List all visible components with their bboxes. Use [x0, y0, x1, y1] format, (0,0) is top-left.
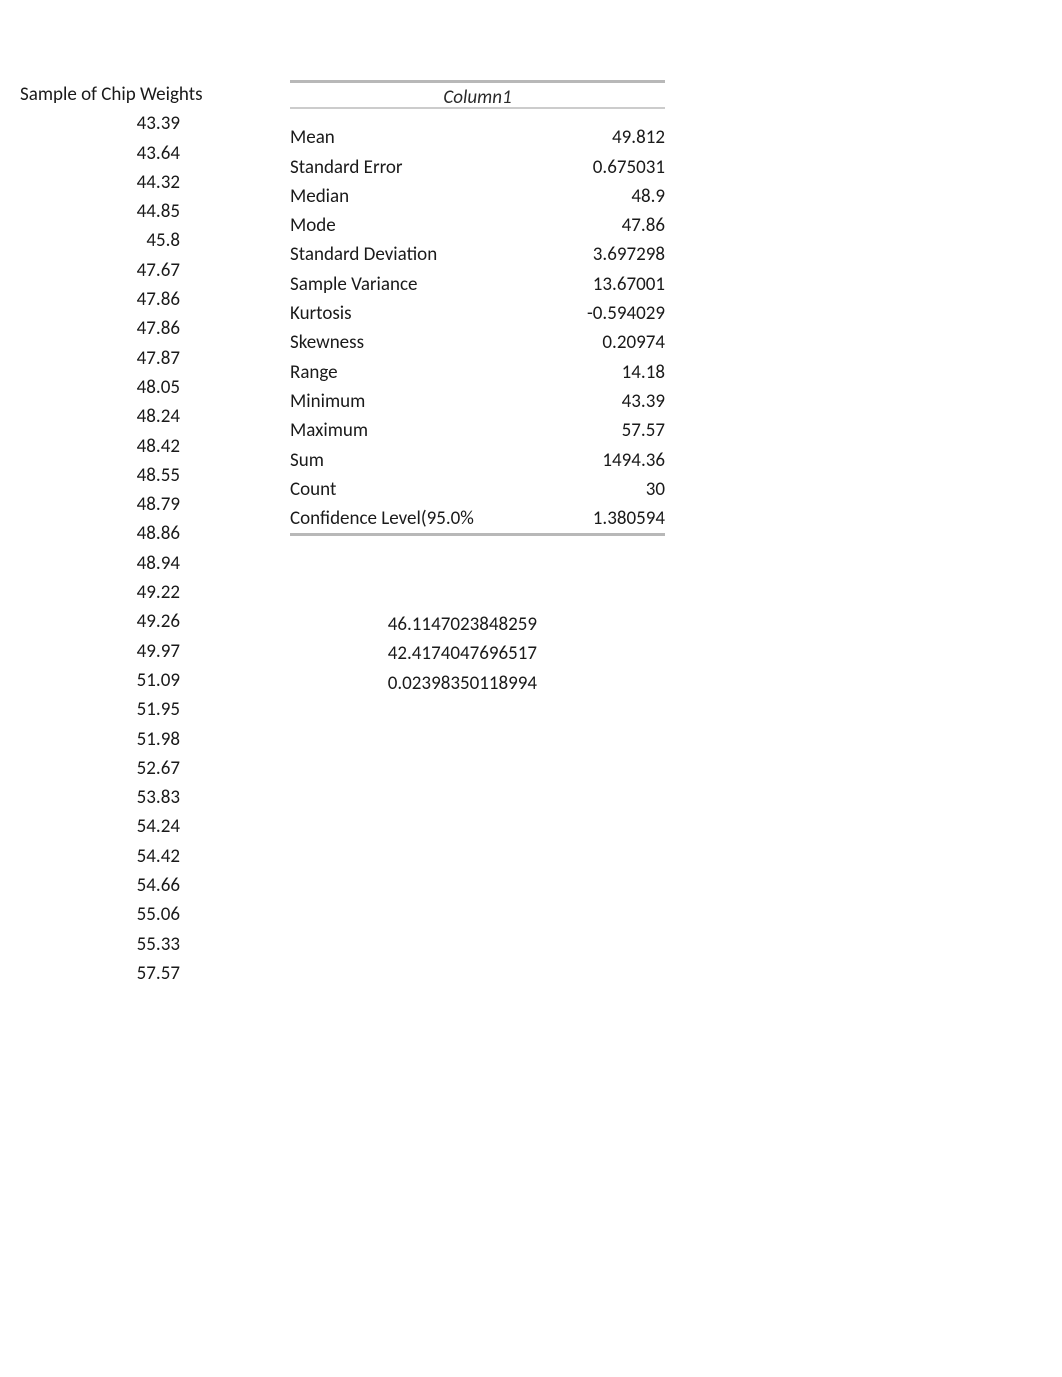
- stats-value: 1.380594: [537, 504, 665, 533]
- stats-value: 43.39: [537, 387, 665, 416]
- extra-cell: 42.4174047696517: [290, 639, 537, 668]
- stats-row: Mean 49.812: [290, 123, 665, 152]
- sample-cell: 54.66: [0, 871, 248, 900]
- stats-row: Standard Deviation 3.697298: [290, 240, 665, 269]
- stats-row: Median 48.9: [290, 182, 665, 211]
- stats-label: Sample Variance: [290, 270, 537, 299]
- sample-cell: 48.05: [0, 373, 248, 402]
- extra-cell: 0.02398350118994: [290, 669, 537, 698]
- stats-value: 0.675031: [537, 153, 665, 182]
- sample-cell: 44.32: [0, 168, 248, 197]
- sample-cell: 49.97: [0, 637, 248, 666]
- extra-numbers: 46.1147023848259 42.4174047696517 0.0239…: [290, 610, 537, 698]
- stats-value: 13.67001: [537, 270, 665, 299]
- stats-value: 47.86: [537, 211, 665, 240]
- stats-label: Kurtosis: [290, 299, 537, 328]
- stats-row: Sum 1494.36: [290, 446, 665, 475]
- stats-value: 49.812: [537, 123, 665, 152]
- page: Sample of Chip Weights 43.39 43.64 44.32…: [0, 0, 1062, 1377]
- stats-row: Standard Error 0.675031: [290, 153, 665, 182]
- stats-row: Minimum 43.39: [290, 387, 665, 416]
- stats-value: 57.57: [537, 416, 665, 445]
- sample-cell: 52.67: [0, 754, 248, 783]
- stats-label: Mean: [290, 123, 537, 152]
- sample-cell: 45.8: [0, 226, 248, 255]
- stats-value: 48.9: [537, 182, 665, 211]
- stats-row: Skewness 0.20974: [290, 328, 665, 357]
- sample-cell: 48.42: [0, 432, 248, 461]
- sample-cell: 53.83: [0, 783, 248, 812]
- stats-table: Column1 Mean 49.812 Standard Error 0.675…: [290, 80, 665, 540]
- stats-row: Confidence Level(95.0% 1.380594: [290, 504, 665, 533]
- sample-cell: 49.22: [0, 578, 248, 607]
- stats-label: Standard Error: [290, 153, 537, 182]
- sample-cell: 48.79: [0, 490, 248, 519]
- sample-cell: 43.39: [0, 109, 248, 138]
- stats-value: 0.20974: [537, 328, 665, 357]
- sample-header: Sample of Chip Weights: [0, 80, 248, 109]
- sample-cell: 54.42: [0, 842, 248, 871]
- stats-label: Sum: [290, 446, 537, 475]
- stats-label: Skewness: [290, 328, 537, 357]
- sample-cell: 57.57: [0, 959, 248, 988]
- stats-row: Maximum 57.57: [290, 416, 665, 445]
- sample-column: Sample of Chip Weights 43.39 43.64 44.32…: [0, 80, 248, 988]
- stats-footer-rule: [290, 533, 665, 540]
- sample-cell: 44.85: [0, 197, 248, 226]
- sample-cell: 47.86: [0, 314, 248, 343]
- sample-cell: 55.33: [0, 930, 248, 959]
- sample-cell: 55.06: [0, 900, 248, 929]
- stats-row: Sample Variance 13.67001: [290, 270, 665, 299]
- sample-cell: 47.67: [0, 256, 248, 285]
- stats-value: 3.697298: [537, 240, 665, 269]
- stats-value: 14.18: [537, 358, 665, 387]
- stats-row: Count 30: [290, 475, 665, 504]
- sample-cell: 51.09: [0, 666, 248, 695]
- stats-title: Column1: [290, 80, 665, 109]
- sample-cell: 48.24: [0, 402, 248, 431]
- stats-row: Range 14.18: [290, 358, 665, 387]
- stats-value: 1494.36: [537, 446, 665, 475]
- stats-value: -0.594029: [537, 299, 665, 328]
- sample-cell: 47.87: [0, 344, 248, 373]
- sample-cell: 48.86: [0, 519, 248, 548]
- stats-label: Mode: [290, 211, 537, 240]
- sample-cell: 49.26: [0, 607, 248, 636]
- stats-row: Kurtosis -0.594029: [290, 299, 665, 328]
- stats-label: Maximum: [290, 416, 537, 445]
- stats-label: Range: [290, 358, 537, 387]
- extra-cell: 46.1147023848259: [290, 610, 537, 639]
- stats-value: 30: [537, 475, 665, 504]
- sample-cell: 48.94: [0, 549, 248, 578]
- stats-label: Confidence Level(95.0%: [290, 504, 537, 533]
- sample-cell: 51.95: [0, 695, 248, 724]
- stats-label: Count: [290, 475, 537, 504]
- stats-label: Median: [290, 182, 537, 211]
- sample-cell: 48.55: [0, 461, 248, 490]
- sample-cell: 54.24: [0, 812, 248, 841]
- sample-cell: 43.64: [0, 139, 248, 168]
- sample-cell: 51.98: [0, 725, 248, 754]
- stats-row: Mode 47.86: [290, 211, 665, 240]
- stats-label: Minimum: [290, 387, 537, 416]
- sample-cell: 47.86: [0, 285, 248, 314]
- stats-label: Standard Deviation: [290, 240, 537, 269]
